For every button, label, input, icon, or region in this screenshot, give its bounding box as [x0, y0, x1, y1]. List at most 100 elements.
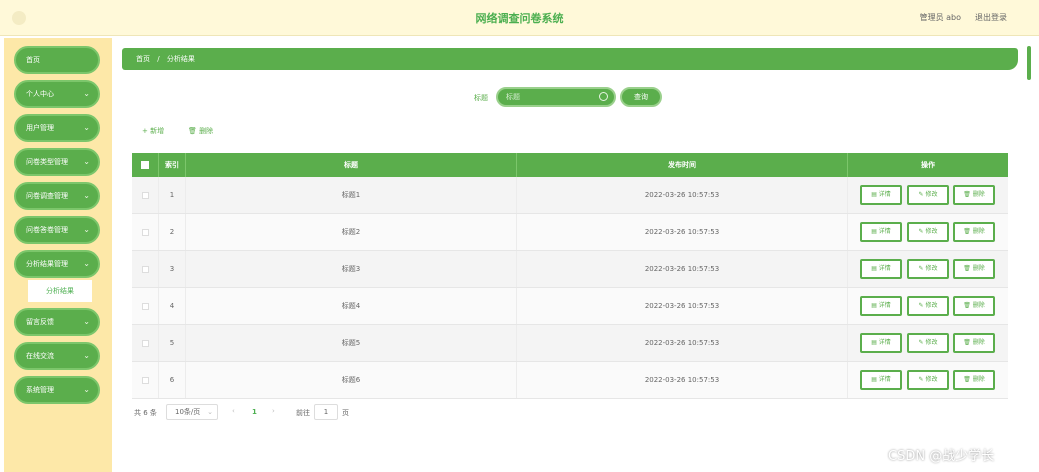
row-actions: ▤ 详情 ✎ 修改 🗑 删除	[848, 288, 1008, 324]
scrollbar[interactable]	[1027, 46, 1031, 80]
row-checkbox[interactable]	[132, 177, 159, 213]
row-title: 标题6	[186, 362, 517, 398]
delete-button[interactable]: 🗑 删除	[953, 333, 995, 353]
row-actions: ▤ 详情 ✎ 修改 🗑 删除	[848, 251, 1008, 287]
detail-button[interactable]: ▤ 详情	[860, 333, 902, 353]
main-content: 首页 / 分析结果 标题 标题 查询 + 新增 🗑 删除 索引 标题 发布时间 …	[112, 38, 1039, 472]
row-time: 2022-03-26 10:57:53	[517, 177, 848, 213]
sidebar-item-answers[interactable]: 问卷答卷管理 ⌄	[14, 216, 100, 244]
delete-button[interactable]: 🗑 删除	[953, 185, 995, 205]
detail-button[interactable]: ▤ 详情	[860, 185, 902, 205]
sidebar-item-survey-type[interactable]: 问卷类型管理 ⌄	[14, 148, 100, 176]
trash-icon: 🗑	[963, 191, 973, 198]
detail-button[interactable]: ▤ 详情	[860, 370, 902, 390]
detail-icon: ▤	[871, 302, 879, 309]
row-index: 3	[159, 251, 186, 287]
detail-icon: ▤	[871, 376, 879, 383]
edit-label: 修改	[925, 191, 938, 198]
edit-label: 修改	[925, 265, 938, 272]
breadcrumb-home[interactable]: 首页	[136, 55, 150, 63]
row-checkbox[interactable]	[132, 288, 159, 324]
top-header: 网络调查问卷系统 管理员 abo 退出登录	[0, 0, 1039, 36]
edit-button[interactable]: ✎ 修改	[907, 333, 949, 353]
row-checkbox[interactable]	[132, 325, 159, 361]
chevron-down-icon: ⌄	[83, 259, 90, 268]
prev-page-button[interactable]: ‹	[232, 407, 235, 415]
chevron-down-icon: ⌄	[83, 225, 90, 234]
row-time: 2022-03-26 10:57:53	[517, 362, 848, 398]
sidebar-item-chat[interactable]: 在线交流 ⌄	[14, 342, 100, 370]
column-header-time: 发布时间	[517, 153, 848, 177]
table-row: 1 标题1 2022-03-26 10:57:53 ▤ 详情 ✎ 修改 🗑 删除	[132, 177, 1008, 214]
row-checkbox[interactable]	[132, 214, 159, 250]
row-actions: ▤ 详情 ✎ 修改 🗑 删除	[848, 214, 1008, 250]
goto-label: 前往	[296, 409, 310, 417]
sidebar-item-feedback[interactable]: 留言反馈 ⌄	[14, 308, 100, 336]
chevron-down-icon: ⌄	[83, 191, 90, 200]
table-row: 3 标题3 2022-03-26 10:57:53 ▤ 详情 ✎ 修改 🗑 删除	[132, 251, 1008, 288]
detail-label: 详情	[878, 302, 891, 309]
row-time: 2022-03-26 10:57:53	[517, 251, 848, 287]
trash-icon: 🗑	[963, 376, 973, 383]
sidebar-item-label: 问卷调查管理	[26, 192, 68, 200]
delete-button[interactable]: 🗑 删除	[953, 296, 995, 316]
table-row: 5 标题5 2022-03-26 10:57:53 ▤ 详情 ✎ 修改 🗑 删除	[132, 325, 1008, 362]
detail-label: 详情	[878, 191, 891, 198]
edit-button[interactable]: ✎ 修改	[907, 222, 949, 242]
current-page[interactable]: 1	[252, 408, 257, 416]
delete-button[interactable]: 🗑 删除	[953, 370, 995, 390]
row-actions: ▤ 详情 ✎ 修改 🗑 删除	[848, 362, 1008, 398]
edit-button[interactable]: ✎ 修改	[907, 185, 949, 205]
chevron-down-icon: ⌄	[83, 317, 90, 326]
chevron-down-icon: ⌄	[83, 123, 90, 132]
sidebar-item-home[interactable]: 首页	[14, 46, 100, 74]
edit-button[interactable]: ✎ 修改	[907, 296, 949, 316]
table-row: 4 标题4 2022-03-26 10:57:53 ▤ 详情 ✎ 修改 🗑 删除	[132, 288, 1008, 325]
edit-button[interactable]: ✎ 修改	[907, 370, 949, 390]
sidebar-subitem-analysis-results[interactable]: 分析结果	[28, 280, 92, 302]
delete-button[interactable]: 🗑 删除	[953, 222, 995, 242]
sidebar-item-personal-center[interactable]: 个人中心 ⌄	[14, 80, 100, 108]
edit-button[interactable]: ✎ 修改	[907, 259, 949, 279]
sidebar-item-system[interactable]: 系统管理 ⌄	[14, 376, 100, 404]
row-checkbox[interactable]	[132, 251, 159, 287]
batch-delete-button[interactable]: 🗑 删除	[188, 126, 213, 136]
chevron-down-icon: ⌄	[83, 385, 90, 394]
breadcrumb-separator: /	[157, 55, 160, 63]
sidebar-item-user-management[interactable]: 用户管理 ⌄	[14, 114, 100, 142]
row-title: 标题1	[186, 177, 517, 213]
row-index: 6	[159, 362, 186, 398]
chevron-down-icon: ⌄	[207, 408, 213, 416]
delete-label: 删除	[972, 191, 985, 198]
row-title: 标题4	[186, 288, 517, 324]
sidebar-item-label: 个人中心	[26, 90, 54, 98]
query-button[interactable]: 查询	[620, 87, 662, 107]
goto-page-input[interactable]: 1	[314, 404, 338, 420]
sidebar-item-label: 分析结果管理	[26, 260, 68, 268]
edit-label: 修改	[925, 376, 938, 383]
next-page-button[interactable]: ›	[272, 407, 275, 415]
sidebar-item-label: 留言反馈	[26, 318, 54, 326]
sidebar-item-label: 问卷类型管理	[26, 158, 68, 166]
detail-label: 详情	[878, 228, 891, 235]
breadcrumb: 首页 / 分析结果	[122, 48, 1018, 70]
trash-icon: 🗑	[963, 265, 973, 272]
row-checkbox[interactable]	[132, 362, 159, 398]
row-index: 5	[159, 325, 186, 361]
page-size-value: 10条/页	[175, 408, 201, 416]
detail-button[interactable]: ▤ 详情	[860, 296, 902, 316]
table-header: 索引 标题 发布时间 操作	[132, 153, 1008, 177]
edit-label: 修改	[925, 228, 938, 235]
select-all-checkbox[interactable]	[132, 153, 159, 177]
detail-button[interactable]: ▤ 详情	[860, 222, 902, 242]
detail-button[interactable]: ▤ 详情	[860, 259, 902, 279]
page-size-select[interactable]: 10条/页 ⌄	[166, 404, 218, 420]
sidebar-item-survey-management[interactable]: 问卷调查管理 ⌄	[14, 182, 100, 210]
delete-button[interactable]: 🗑 删除	[953, 259, 995, 279]
search-input[interactable]: 标题	[496, 87, 616, 107]
row-actions: ▤ 详情 ✎ 修改 🗑 删除	[848, 177, 1008, 213]
add-button[interactable]: + 新增	[142, 126, 164, 136]
sidebar-item-analysis[interactable]: 分析结果管理 ⌄	[14, 250, 100, 278]
sidebar-item-label: 问卷答卷管理	[26, 226, 68, 234]
logout-link[interactable]: 退出登录	[975, 12, 1007, 23]
